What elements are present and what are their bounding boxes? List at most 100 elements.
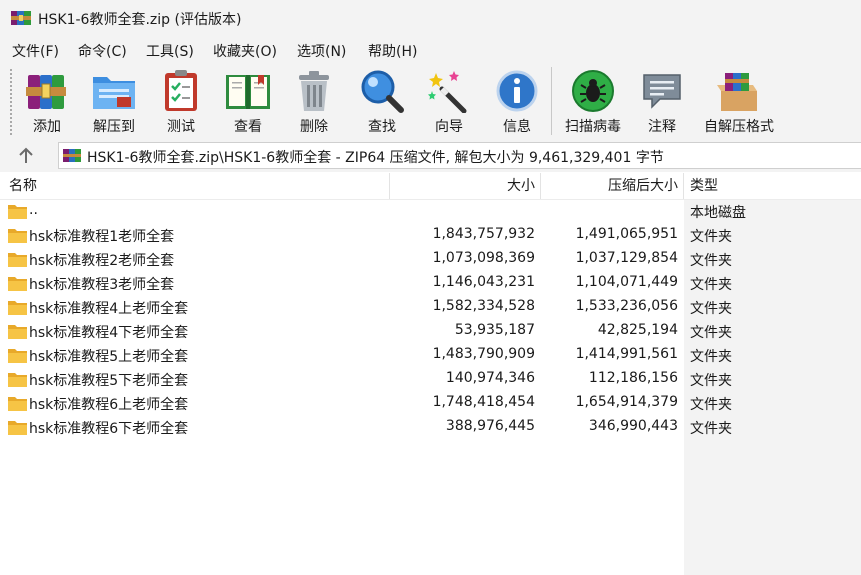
table-row[interactable]: hsk标准教程5下老师全套 140,974,346 112,186,156 文件… (0, 368, 861, 392)
column-divider[interactable] (540, 173, 541, 199)
column-size[interactable]: 大小 (507, 173, 535, 199)
file-name: hsk标准教程5上老师全套 (29, 349, 189, 365)
winrar-archive-icon (11, 11, 31, 25)
add-button[interactable]: 添加 (20, 63, 74, 140)
file-size: 1,073,098,369 (432, 250, 535, 266)
file-packed-size: 1,414,991,561 (575, 346, 678, 362)
column-divider[interactable] (683, 173, 684, 199)
extract-to-label: 解压到 (93, 119, 135, 135)
delete-button[interactable]: 删除 (292, 63, 336, 140)
file-packed-size: 42,825,194 (597, 322, 678, 338)
file-type: 文件夹 (690, 349, 732, 365)
file-name: hsk标准教程4下老师全套 (29, 325, 189, 341)
path-field[interactable]: HSK1-6教师全套.zip\HSK1-6教师全套 - ZIP64 压缩文件, … (58, 142, 861, 169)
file-size: 1,748,418,454 (432, 394, 535, 410)
info-label: 信息 (503, 119, 531, 135)
menu-commands[interactable]: 命令(C) (78, 41, 127, 61)
file-packed-size: 1,654,914,379 (575, 394, 678, 410)
column-type[interactable]: 类型 (690, 173, 718, 199)
menu-help[interactable]: 帮助(H) (368, 41, 417, 61)
column-name[interactable]: 名称 (9, 173, 37, 199)
table-row[interactable]: hsk标准教程3老师全套 1,146,043,231 1,104,071,449… (0, 272, 861, 296)
file-packed-size: 1,533,236,056 (575, 298, 678, 314)
file-packed-size: 346,990,443 (588, 418, 678, 434)
folder-icon (8, 349, 27, 363)
file-name: hsk标准教程6上老师全套 (29, 397, 189, 413)
magic-wand-icon (428, 71, 467, 113)
comment-bubble-icon (643, 74, 681, 109)
file-type: 文件夹 (690, 277, 732, 293)
file-list-header: 名称 大小 压缩后大小 类型 (0, 173, 861, 200)
file-size: 140,974,346 (445, 370, 535, 386)
file-size: 1,582,334,528 (432, 298, 535, 314)
virus-scan-bug-icon (572, 70, 614, 112)
up-arrow-icon[interactable] (14, 145, 38, 167)
toolbar-grip[interactable] (10, 69, 12, 135)
file-type: 文件夹 (690, 325, 732, 341)
column-divider[interactable] (389, 173, 390, 199)
window-title: HSK1-6教师全套.zip (评估版本) (38, 12, 242, 28)
view-book-icon (226, 75, 270, 109)
delete-label: 删除 (300, 119, 328, 135)
file-packed-size: 1,491,065,951 (575, 226, 678, 242)
sfx-button[interactable]: 自解压格式 (698, 63, 780, 140)
menu-bar: 文件(F) 命令(C) 工具(S) 收藏夹(O) 选项(N) 帮助(H) (0, 37, 861, 63)
extract-folder-icon (93, 77, 135, 109)
menu-tools[interactable]: 工具(S) (146, 41, 194, 61)
menu-file[interactable]: 文件(F) (12, 41, 59, 61)
table-row[interactable]: hsk标准教程4下老师全套 53,935,187 42,825,194 文件夹 (0, 320, 861, 344)
file-type: 本地磁盘 (690, 205, 746, 221)
folder-icon (8, 421, 27, 435)
toolbar-separator (551, 67, 552, 135)
folder-icon (8, 253, 27, 267)
toolbar: 添加 解压到 测试 查看 删除 查找 向导 信息 扫描病毒 注释 自解压格式 (0, 63, 861, 140)
menu-favorites[interactable]: 收藏夹(O) (213, 41, 277, 61)
file-name: hsk标准教程6下老师全套 (29, 421, 189, 437)
table-row[interactable]: hsk标准教程1老师全套 1,843,757,932 1,491,065,951… (0, 224, 861, 248)
file-type: 文件夹 (690, 229, 732, 245)
info-icon (496, 70, 538, 112)
add-label: 添加 (33, 119, 61, 135)
info-button[interactable]: 信息 (494, 63, 540, 140)
file-size: 388,976,445 (445, 418, 535, 434)
test-label: 测试 (167, 119, 195, 135)
column-packed-size[interactable]: 压缩后大小 (608, 173, 678, 199)
folder-icon (8, 229, 27, 243)
sfx-box-icon (717, 73, 757, 111)
file-type: 文件夹 (690, 253, 732, 269)
folder-icon (8, 397, 27, 411)
extract-to-button[interactable]: 解压到 (86, 63, 142, 140)
file-name: hsk标准教程4上老师全套 (29, 301, 189, 317)
magnifier-icon (361, 70, 404, 113)
address-bar: HSK1-6教师全套.zip\HSK1-6教师全套 - ZIP64 压缩文件, … (0, 140, 861, 172)
file-size: 1,843,757,932 (432, 226, 535, 242)
file-name: hsk标准教程5下老师全套 (29, 373, 189, 389)
table-row-parent[interactable]: .. 本地磁盘 (0, 200, 861, 224)
folder-icon (8, 301, 27, 315)
file-name: .. (29, 202, 38, 218)
menu-options[interactable]: 选项(N) (297, 41, 346, 61)
sfx-label: 自解压格式 (704, 119, 774, 135)
folder-icon (8, 205, 27, 219)
wizard-button[interactable]: 向导 (426, 63, 472, 140)
table-row[interactable]: hsk标准教程6上老师全套 1,748,418,454 1,654,914,37… (0, 392, 861, 416)
archive-icon (63, 149, 81, 162)
folder-icon (8, 277, 27, 291)
find-button[interactable]: 查找 (358, 63, 406, 140)
file-packed-size: 1,104,071,449 (575, 274, 678, 290)
view-button[interactable]: 查看 (222, 63, 274, 140)
table-row[interactable]: hsk标准教程4上老师全套 1,582,334,528 1,533,236,05… (0, 296, 861, 320)
test-button[interactable]: 测试 (158, 63, 204, 140)
view-label: 查看 (234, 119, 262, 135)
scan-virus-button[interactable]: 扫描病毒 (560, 63, 626, 140)
find-label: 查找 (368, 119, 396, 135)
scan-virus-label: 扫描病毒 (565, 119, 621, 135)
table-row[interactable]: hsk标准教程5上老师全套 1,483,790,909 1,414,991,56… (0, 344, 861, 368)
file-packed-size: 112,186,156 (588, 370, 678, 386)
file-type: 文件夹 (690, 397, 732, 413)
table-row[interactable]: hsk标准教程2老师全套 1,073,098,369 1,037,129,854… (0, 248, 861, 272)
file-size: 1,483,790,909 (432, 346, 535, 362)
archive-path: HSK1-6教师全套.zip\HSK1-6教师全套 - ZIP64 压缩文件, … (87, 150, 664, 166)
table-row[interactable]: hsk标准教程6下老师全套 388,976,445 346,990,443 文件… (0, 416, 861, 440)
comment-button[interactable]: 注释 (640, 63, 684, 140)
